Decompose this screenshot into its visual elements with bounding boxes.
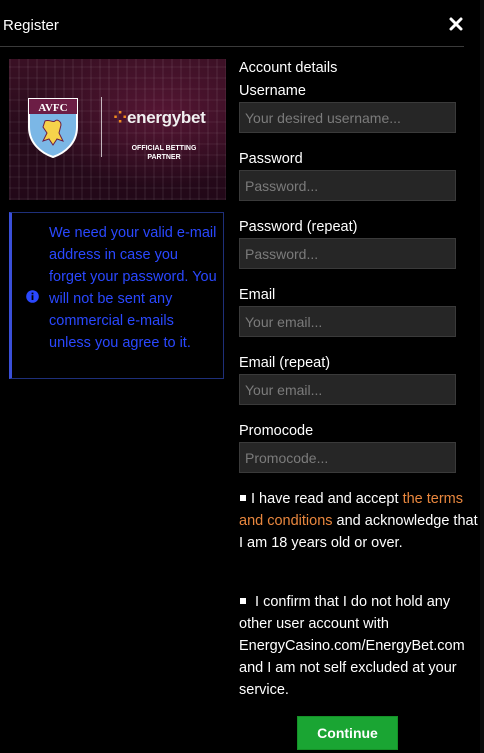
continue-button[interactable]: Continue (297, 716, 398, 750)
terms-text-before: I have read and accept (251, 491, 403, 507)
password-label: Password (239, 151, 303, 167)
email-repeat-label: Email (repeat) (239, 355, 331, 371)
password-input[interactable] (239, 170, 456, 201)
modal-header: Register (0, 0, 464, 47)
banner-divider (101, 97, 102, 157)
info-icon (26, 290, 39, 308)
club-abbr: AVFC (38, 102, 67, 114)
password-repeat-label: Password (repeat) (239, 219, 358, 235)
account-confirm-text: I confirm that I do not hold any other u… (239, 594, 465, 698)
email-input[interactable] (239, 306, 456, 337)
email-label: Email (239, 287, 276, 303)
terms-checkbox-row: I have read and accept the terms and con… (239, 488, 481, 554)
section-title: Account details (239, 60, 338, 76)
password-repeat-input[interactable] (239, 238, 456, 269)
terms-checkbox[interactable] (240, 495, 246, 502)
modal-title: Register (3, 17, 59, 34)
promocode-input[interactable] (239, 442, 456, 473)
email-notice: We need your valid e-mail address in cas… (9, 212, 224, 379)
register-modal: Register AVFC ⁘energybet OFFICIAL BETTIN… (0, 0, 484, 753)
club-crest-logo: AVFC (27, 97, 79, 164)
partner-text: OFFICIAL BETTING PARTNER (131, 145, 197, 161)
account-confirm-row: I confirm that I do not hold any other u… (239, 591, 481, 701)
page-edge (480, 0, 484, 753)
username-label: Username (239, 83, 306, 99)
username-input[interactable] (239, 102, 456, 133)
brand-logo: ⁘energybet (113, 108, 206, 127)
notice-text: We need your valid e-mail address in cas… (49, 225, 217, 351)
close-icon[interactable] (448, 16, 464, 32)
email-repeat-input[interactable] (239, 374, 456, 405)
promocode-label: Promocode (239, 423, 314, 439)
account-confirm-checkbox[interactable] (240, 598, 246, 605)
sponsor-banner: AVFC ⁘energybet OFFICIAL BETTING PARTNER (9, 59, 226, 200)
